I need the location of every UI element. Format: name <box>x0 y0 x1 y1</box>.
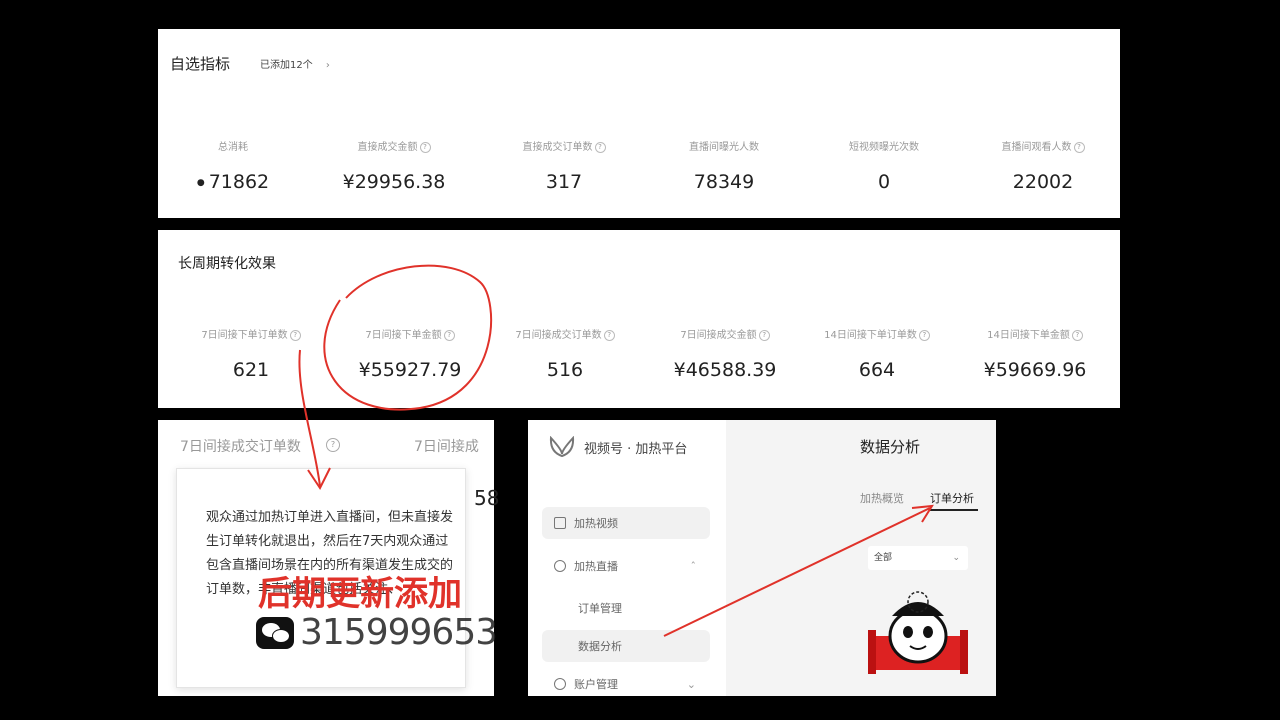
metric-value: 516 <box>546 359 584 381</box>
help-icon[interactable]: ? <box>326 438 340 452</box>
metric-label: 直播间曝光人数 <box>689 142 759 153</box>
metric-value: ¥59669.96 <box>983 359 1087 381</box>
video-icon <box>554 517 566 529</box>
metric-short-video-exposure: 短视频曝光次数 0 <box>820 138 948 193</box>
chevron-up-icon: ˆ <box>690 559 697 573</box>
filter-select[interactable]: 全部 ⌄ <box>868 546 968 570</box>
sidebar-item-label: 订单管理 <box>578 602 622 615</box>
metric-value: 621 <box>232 359 270 381</box>
help-icon[interactable]: ? <box>918 329 930 341</box>
partial-value: 58 <box>474 486 500 510</box>
live-icon <box>554 560 566 572</box>
sidebar-item-account[interactable]: 账户管理 ⌄ <box>542 672 710 696</box>
metric-label: 7日间接成交金额 <box>680 330 757 341</box>
sidebar-item-heat-live[interactable]: 加热直播 ˆ <box>542 550 710 582</box>
metric-value: 22002 <box>1012 171 1074 193</box>
metric-label: 直接成交金额 <box>357 142 418 153</box>
sidebar-item-data-analysis[interactable]: 数据分析 <box>542 630 710 662</box>
seal-drawing <box>868 591 968 674</box>
metric-value: ¥46588.39 <box>673 359 777 381</box>
metric-total-cost: 总消耗 ● 71862 <box>170 138 296 193</box>
metric-value: 0 <box>877 171 891 193</box>
metric-7d-indirect-amount: 7日间接下单金额? ¥55927.79 <box>346 326 474 381</box>
chevron-down-icon: ⌄ <box>686 677 696 691</box>
sidebar-item-label: 账户管理 <box>574 678 618 691</box>
update-overlay-text: 后期更新添加 <box>258 574 462 614</box>
help-icon[interactable]: ? <box>443 329 455 341</box>
chevron-down-icon: ⌄ <box>952 553 960 563</box>
tab-order-analysis[interactable]: 订单分析 <box>930 490 974 506</box>
help-icon[interactable]: ? <box>758 329 770 341</box>
metric-value: ¥29956.38 <box>342 171 446 193</box>
panel-title: 长周期转化效果 <box>178 256 276 272</box>
sidebar-item-order-management[interactable]: 订单管理 <box>542 592 710 624</box>
metric-7d-indirect-gmv: 7日间接成交金额? ¥46588.39 <box>660 326 790 381</box>
seal-image <box>868 580 968 684</box>
metric-label: 总消耗 <box>218 142 248 153</box>
metric-live-exposure: 直播间曝光人数 78349 <box>660 138 788 193</box>
sidebar-item-heat-video[interactable]: 加热视频 <box>542 507 710 539</box>
wechat-icon <box>256 616 294 649</box>
metric-value: 664 <box>858 359 896 381</box>
column-header: 7日间接成交订单数 <box>180 439 301 455</box>
wechat-id: 315999653 <box>300 612 498 653</box>
metric-value: 71862 <box>208 171 270 193</box>
sidebar-item-label: 加热直播 <box>574 560 618 573</box>
butterfly-logo-icon <box>549 436 575 458</box>
metric-value: 317 <box>545 171 583 193</box>
help-icon[interactable]: ? <box>594 141 606 153</box>
metric-direct-gmv: 直接成交金额? ¥29956.38 <box>328 138 460 193</box>
metric-live-viewers: 直播间观看人数? 22002 <box>978 138 1108 193</box>
metric-7d-indirect-orders: 7日间接下单订单数? 621 <box>186 326 316 381</box>
help-icon[interactable]: ? <box>419 141 431 153</box>
metric-label: 14日间接下单订单数 <box>824 330 917 341</box>
coin-icon: ● <box>196 177 205 188</box>
metric-label: 短视频曝光次数 <box>849 142 919 153</box>
chevron-right-icon: › <box>325 60 330 71</box>
metric-label: 直接成交订单数 <box>522 142 593 153</box>
metric-7d-indirect-deals: 7日间接成交订单数? 516 <box>500 326 630 381</box>
help-icon[interactable]: ? <box>289 329 301 341</box>
active-tab-underline <box>930 509 978 511</box>
long-cycle-conversion-panel: 长周期转化效果 <box>158 230 1120 408</box>
logo-text: 视频号 · 加热平台 <box>584 441 688 457</box>
metric-label: 7日间接成交订单数 <box>515 330 602 341</box>
column-header-cut: 7日间接成 <box>414 439 479 455</box>
added-count: 已添加12个 <box>260 60 313 71</box>
metric-direct-orders: 直接成交订单数? 317 <box>500 138 628 193</box>
filter-value: 全部 <box>874 553 893 563</box>
metric-value: ¥55927.79 <box>358 359 462 381</box>
help-icon[interactable]: ? <box>1071 329 1083 341</box>
panel-title: 自选指标 <box>170 55 231 73</box>
logo: 视频号 · 加热平台 <box>548 436 687 458</box>
metric-label: 7日间接下单订单数 <box>201 330 288 341</box>
tab-overview[interactable]: 加热概览 <box>860 490 904 506</box>
custom-metrics-panel: 自选指标 已添加12个 › <box>158 29 1120 218</box>
metric-value: 78349 <box>693 171 755 193</box>
metric-label: 14日间接下单金额 <box>987 330 1070 341</box>
user-icon <box>554 678 566 690</box>
metric-14d-indirect-orders: 14日间接下单订单数? 664 <box>812 326 942 381</box>
page-title: 数据分析 <box>860 438 921 456</box>
sidebar-item-label: 加热视频 <box>574 517 618 530</box>
help-icon[interactable]: ? <box>603 329 615 341</box>
metric-label: 直播间观看人数 <box>1001 142 1072 153</box>
added-count-link[interactable]: 已添加12个 › <box>260 56 330 71</box>
wechat-contact: 315999653 <box>256 612 498 653</box>
metric-14d-indirect-amount: 14日间接下单金额? ¥59669.96 <box>968 326 1102 381</box>
help-icon[interactable]: ? <box>1073 141 1085 153</box>
metric-label: 7日间接下单金额 <box>365 330 442 341</box>
sidebar-item-label: 数据分析 <box>578 640 622 653</box>
